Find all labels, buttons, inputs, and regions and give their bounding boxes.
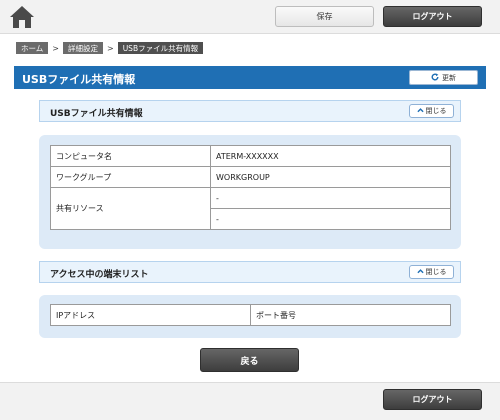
usb-section-title: USBファイル共有情報 [50,109,143,119]
usb-section-body: コンピュータ名 ATERM-XXXXXX ワークグループ WORKGROUP 共… [39,135,461,249]
terminal-section-header: アクセス中の端末リスト 閉じる [39,261,461,283]
chevron-up-icon [416,268,424,276]
close-label: 閉じる [425,107,447,115]
footer: ログアウト [0,382,500,420]
page-title: USBファイル共有情報 [22,73,136,86]
usb-section-header: USBファイル共有情報 閉じる [39,100,461,122]
port-number-header: ポート番号 [250,304,451,326]
shared-resource-label: 共有リソース [50,187,211,230]
ip-address-header: IPアドレス [50,304,251,326]
table-row: 共有リソース - [50,187,451,230]
chevron-up-icon [416,107,424,115]
terminal-section-close-button[interactable]: 閉じる [409,265,454,279]
breadcrumb: ホーム > 詳細設定 > USBファイル共有情報 [16,42,204,54]
breadcrumb-separator: > [106,43,114,53]
refresh-label: 更新 [442,73,456,82]
breadcrumb-separator: > [52,43,59,53]
terminal-section-body: IPアドレス ポート番号 [39,295,461,338]
close-label: 閉じる [425,268,447,276]
computer-name-label: コンピュータ名 [50,145,211,167]
top-bar: 保存 ログアウト [0,0,500,34]
refresh-button[interactable]: 更新 [409,70,478,85]
workgroup-value: WORKGROUP [210,166,451,188]
home-icon[interactable] [9,5,35,29]
save-button[interactable]: 保存 [275,6,374,27]
usb-info-table: コンピュータ名 ATERM-XXXXXX ワークグループ WORKGROUP 共… [50,145,451,230]
back-button[interactable]: 戻る [200,348,299,372]
logout-button-bottom[interactable]: ログアウト [383,389,482,410]
page-header: USBファイル共有情報 更新 [14,66,486,89]
shared-resource-value: - [210,208,451,230]
terminal-section-title: アクセス中の端末リスト [50,270,149,280]
breadcrumb-current: USBファイル共有情報 [117,42,204,54]
refresh-icon [431,72,439,83]
table-header-row: IPアドレス ポート番号 [50,304,451,326]
shared-resource-value: - [210,187,451,209]
workgroup-label: ワークグループ [50,166,211,188]
logout-button[interactable]: ログアウト [383,6,482,27]
computer-name-value: ATERM-XXXXXX [210,145,451,167]
usb-section-close-button[interactable]: 閉じる [409,104,454,118]
table-row: ワークグループ WORKGROUP [50,166,451,188]
terminal-table: IPアドレス ポート番号 [50,304,451,326]
breadcrumb-advanced-settings[interactable]: 詳細設定 [62,42,103,54]
table-row: コンピュータ名 ATERM-XXXXXX [50,145,451,167]
breadcrumb-home[interactable]: ホーム [16,42,49,54]
